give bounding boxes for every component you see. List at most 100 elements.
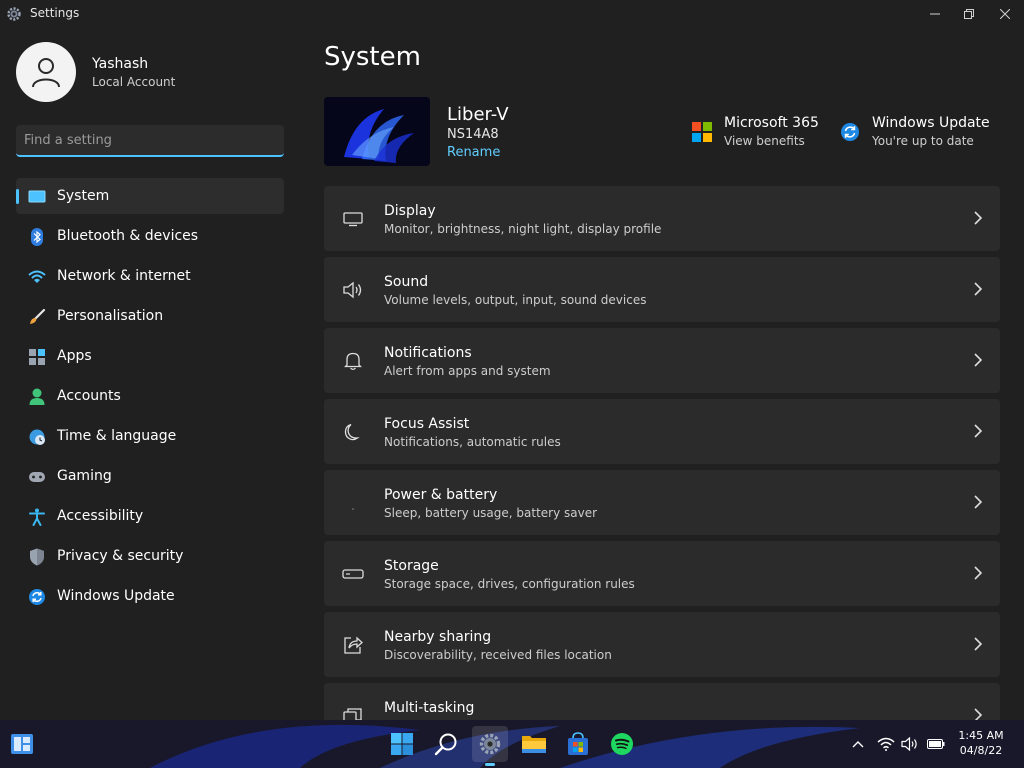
close-button[interactable] <box>988 2 1022 26</box>
card-multi-tasking[interactable]: Multi-tasking <box>324 683 1000 720</box>
sidebar-item-gaming[interactable]: Gaming <box>16 458 284 494</box>
settings-gear-icon <box>7 7 21 21</box>
apps-icon <box>28 348 46 366</box>
chevron-right-icon <box>974 424 983 438</box>
taskbar: 1:45 AM 04/8/22 <box>0 720 1024 768</box>
battery-icon <box>927 739 945 749</box>
settings-taskbar-button[interactable] <box>472 726 508 762</box>
share-icon <box>342 634 364 656</box>
moon-icon <box>342 421 364 443</box>
card-title: Focus Assist <box>384 416 470 432</box>
card-power-battery[interactable]: Power & battery Sleep, battery usage, ba… <box>324 470 1000 535</box>
card-sound[interactable]: Sound Volume levels, output, input, soun… <box>324 257 1000 322</box>
sidebar-item-apps[interactable]: Apps <box>16 338 284 374</box>
microsoft-365-link[interactable]: Microsoft 365 View benefits <box>692 114 822 154</box>
card-subtitle: Sleep, battery usage, battery saver <box>384 506 598 520</box>
person-icon <box>32 58 60 88</box>
card-title: Power & battery <box>384 487 498 503</box>
sidebar-item-bluetooth-devices[interactable]: Bluetooth & devices <box>16 218 284 254</box>
clock-date: 04/8/22 <box>959 744 1003 757</box>
speaker-icon <box>342 279 364 301</box>
start-button[interactable] <box>384 726 420 762</box>
chevron-right-icon <box>974 637 983 651</box>
sidebar-item-privacy-security[interactable]: Privacy & security <box>16 538 284 574</box>
sidebar-item-system[interactable]: System <box>16 178 284 214</box>
update-icon <box>28 588 46 606</box>
device-model: NS14A8 <box>447 127 499 142</box>
display-icon <box>342 208 364 230</box>
battery-tray-button[interactable] <box>926 734 946 754</box>
accessibility-icon <box>28 508 46 526</box>
volume-tray-button[interactable] <box>900 734 920 754</box>
brush-icon <box>28 308 46 326</box>
restore-icon <box>964 9 974 19</box>
card-subtitle: Volume levels, output, input, sound devi… <box>384 293 647 307</box>
sidebar-item-label: Accounts <box>57 388 121 404</box>
monitor-icon <box>28 188 46 206</box>
card-nearby-sharing[interactable]: Nearby sharing Discoverability, received… <box>324 612 1000 677</box>
user-name: Yashash <box>92 56 149 72</box>
windows-update-link[interactable]: Windows Update You're up to date <box>840 114 990 154</box>
account-type: Local Account <box>92 75 176 89</box>
card-subtitle: Monitor, brightness, night light, displa… <box>384 222 662 236</box>
spotify-button[interactable] <box>604 726 640 762</box>
shield-icon <box>28 548 46 566</box>
widgets-icon <box>11 734 33 754</box>
card-display[interactable]: Display Monitor, brightness, night light… <box>324 186 1000 251</box>
wifi-icon <box>877 737 895 751</box>
sidebar-item-label: Windows Update <box>57 588 175 604</box>
settings-icon <box>479 733 501 755</box>
settings-card-list: Display Monitor, brightness, night light… <box>324 186 1000 720</box>
device-name: Liber-V <box>447 104 509 125</box>
rename-link[interactable]: Rename <box>447 145 500 160</box>
card-storage[interactable]: Storage Storage space, drives, configura… <box>324 541 1000 606</box>
device-wallpaper-thumbnail <box>324 97 430 166</box>
widgets-button[interactable] <box>4 726 40 762</box>
sidebar-item-label: Network & internet <box>57 268 191 284</box>
avatar <box>16 42 76 102</box>
quick-link-title: Microsoft 365 <box>724 115 819 131</box>
user-profile[interactable]: Yashash Local Account <box>16 42 286 104</box>
card-title: Nearby sharing <box>384 629 492 645</box>
sidebar-item-label: Accessibility <box>57 508 144 524</box>
quick-link-subtitle: You're up to date <box>872 134 974 148</box>
clock-time: 1:45 AM <box>958 729 1004 742</box>
minimize-button[interactable] <box>918 2 952 26</box>
card-subtitle: Storage space, drives, configuration rul… <box>384 577 635 591</box>
globe-clock-icon <box>28 428 46 446</box>
minimize-icon <box>930 13 940 15</box>
card-subtitle: Alert from apps and system <box>384 364 551 378</box>
file-explorer-button[interactable] <box>516 726 552 762</box>
sidebar-item-personalisation[interactable]: Personalisation <box>16 298 284 334</box>
sidebar-item-accounts[interactable]: Accounts <box>16 378 284 414</box>
chevron-right-icon <box>974 708 983 720</box>
sidebar-item-time-language[interactable]: Time & language <box>16 418 284 454</box>
card-focus-assist[interactable]: Focus Assist Notifications, automatic ru… <box>324 399 1000 464</box>
sidebar-item-label: Personalisation <box>57 308 164 324</box>
close-icon <box>1000 9 1010 19</box>
power-icon <box>342 492 364 514</box>
person-icon <box>28 388 46 406</box>
card-notifications[interactable]: Notifications Alert from apps and system <box>324 328 1000 393</box>
sidebar-item-network-internet[interactable]: Network & internet <box>16 258 284 294</box>
sidebar-item-accessibility[interactable]: Accessibility <box>16 498 284 534</box>
card-title: Notifications <box>384 345 472 361</box>
sidebar-item-windows-update[interactable]: Windows Update <box>16 578 284 614</box>
storage-icon <box>342 563 364 585</box>
active-app-indicator <box>485 763 495 766</box>
card-title: Sound <box>384 274 429 290</box>
taskbar-search-button[interactable] <box>428 726 464 762</box>
restore-button[interactable] <box>952 2 986 26</box>
show-hidden-icons-button[interactable] <box>848 734 868 754</box>
bell-icon <box>342 350 364 372</box>
microsoft-store-button[interactable] <box>560 726 596 762</box>
microsoft-logo-icon <box>692 122 712 142</box>
sidebar-nav: System Bluetooth & devices Network & int… <box>16 178 284 618</box>
search-box <box>16 125 284 157</box>
network-tray-button[interactable] <box>876 734 896 754</box>
card-title: Storage <box>384 558 439 574</box>
page-title: System <box>324 42 421 72</box>
update-icon <box>841 123 859 141</box>
search-input[interactable] <box>16 125 284 155</box>
taskbar-clock[interactable]: 1:45 AM 04/8/22 <box>948 728 1014 758</box>
